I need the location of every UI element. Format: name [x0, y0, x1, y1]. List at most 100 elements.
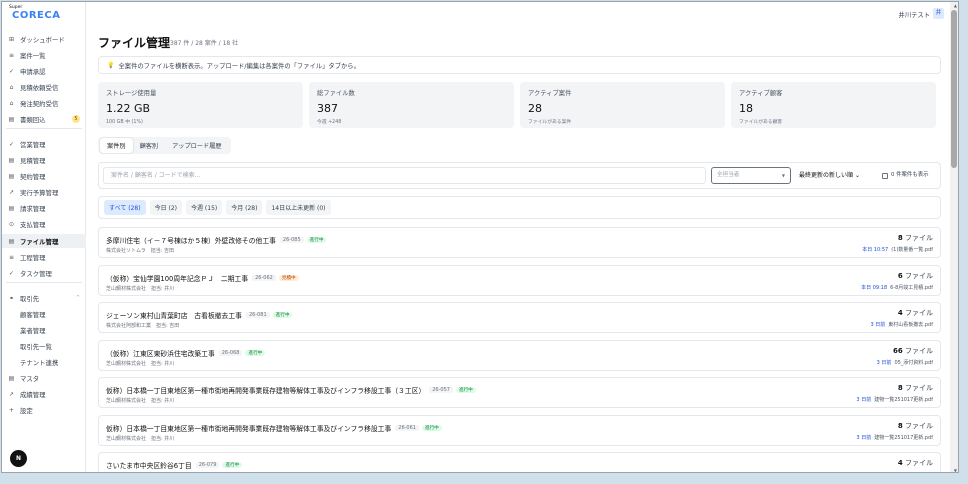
project-name[interactable]: 仮称）日本橋一丁目東地区第一種市街地再開発事業既存建物等解体工事及びインフラ移設…: [106, 385, 425, 395]
show-zero-checkbox[interactable]: 0 件案件も表示: [882, 167, 929, 184]
last-update[interactable]: 本日 09:18 6-8月竣工見積.pdf: [861, 284, 933, 291]
project-name[interactable]: ジェーソン東村山青葉町店 古看板撤去工事: [106, 310, 242, 320]
project-row[interactable]: さいたま市中央区鈴谷6丁目 26-079 進行中 4 ファイル: [98, 452, 941, 472]
sidebar-item[interactable]: ↗ 成績管理: [2, 387, 86, 401]
stat-subtext: 今週 +248: [317, 120, 342, 125]
count-badge: 5: [72, 115, 80, 123]
checkbox-box[interactable]: [882, 172, 888, 179]
assignee-select[interactable]: 全担当者 ▼: [711, 167, 791, 184]
file-count: 4 ファイル: [898, 308, 933, 318]
sidebar-item-label: タスク管理: [20, 269, 52, 278]
last-update[interactable]: 本日 10:57 (1)数量番一覧.pdf: [862, 246, 933, 253]
project-name[interactable]: さいたま市中央区鈴谷6丁目: [106, 460, 192, 470]
project-name[interactable]: 多摩川住宅（イ－７号棟ほか５棟）外壁改修その他工事: [106, 235, 276, 245]
status-badge: 進行中: [421, 424, 442, 431]
last-update[interactable]: 3 日前 05_添付資料.pdf: [877, 359, 933, 366]
sidebar-item[interactable]: ✓ 申請承認: [2, 64, 86, 78]
filter-chip[interactable]: 今週 (15): [186, 200, 223, 215]
handshake-icon: ⚭: [8, 294, 15, 302]
scrollbar-thumb[interactable]: [951, 10, 957, 168]
stat-subtext: ファイルがある顧客: [739, 120, 783, 125]
last-update[interactable]: 3 日前 東村山看板撤去.pdf: [871, 321, 933, 328]
sidebar-item-label: 顧客管理: [20, 310, 46, 319]
header-user-name[interactable]: 井川テスト: [899, 10, 930, 19]
search-toolbar: 案件名 / 顧客名 / コードで検索... 全担当者 ▼ 最終更新の新しい順 ⌄…: [98, 162, 941, 189]
tab-by-project[interactable]: 案件別: [100, 138, 133, 153]
last-update-time: 本日 09:18: [861, 284, 888, 291]
sidebar-item[interactable]: ✓ タスク管理: [2, 266, 86, 280]
sidebar-item[interactable]: + 設定: [2, 403, 86, 417]
brand-logo[interactable]: CORECA: [12, 10, 60, 21]
tab-by-customer[interactable]: 顧客別: [133, 138, 166, 153]
sidebar-item[interactable]: 業者管理: [2, 323, 86, 337]
sidebar-item[interactable]: ⚭ 取引先 ^: [2, 291, 86, 305]
check-icon: ✓: [8, 140, 15, 148]
project-name[interactable]: 仮称）日本橋一丁目東地区第一種市街地再開発事業既存建物等解体工事及びインフラ移設…: [106, 423, 391, 433]
project-meta: 芝山鋼材株式会社 担当: 井川: [106, 285, 175, 292]
project-row[interactable]: 仮称）日本橋一丁目東地区第一種市街地再開発事業既存建物等解体工事及びインフラ移設…: [98, 377, 941, 408]
document-icon: ▤: [8, 156, 15, 164]
scroll-up-icon[interactable]: ▲: [954, 3, 957, 8]
sidebar-item[interactable]: ▤ 書類回込 5: [2, 112, 86, 126]
sort-select[interactable]: 最終更新の新しい順 ⌄: [799, 167, 860, 184]
sidebar-item[interactable]: テナント連携: [2, 355, 86, 369]
filter-chip[interactable]: 14日以上未更新 (0): [266, 200, 331, 215]
project-row[interactable]: （仮称）江東区東砂浜住宅改築工事 26-068 進行中 芝山鋼材株式会社 担当: 井川…: [98, 339, 941, 371]
sidebar-item-label: 見積依頼受信: [20, 83, 59, 92]
chevron-up-icon[interactable]: ^: [76, 295, 80, 301]
sidebar-item[interactable]: ▤ ファイル管理: [2, 234, 86, 248]
project-row[interactable]: 仮称）日本橋一丁目東地区第一種市街地再開発事業既存建物等解体工事及びインフラ移設…: [98, 414, 941, 446]
scroll-down-icon[interactable]: ▼: [954, 468, 957, 472]
sidebar-item[interactable]: ▤ マスタ: [2, 371, 86, 385]
last-update[interactable]: [930, 471, 933, 472]
project-name[interactable]: （仮称）宝仙学園100周年記念ＰＪ 二期工事: [106, 273, 248, 283]
document-icon: ▤: [8, 172, 15, 180]
last-update[interactable]: 3 日前 建物一覧251017更新.pdf: [856, 434, 933, 441]
view-tabs: 案件別 顧客別 アップロード履歴: [98, 137, 231, 154]
last-update-time: 3 日前: [870, 322, 886, 328]
sidebar-item[interactable]: ≡ 案件一覧: [2, 48, 86, 62]
project-code: 26-062: [252, 274, 276, 281]
stat-value: 28: [528, 102, 542, 115]
last-update-time: 3 日前: [876, 359, 892, 366]
last-update[interactable]: 3 日前 建物一覧251017更新.pdf: [856, 396, 933, 403]
sidebar-item[interactable]: ⌂ 見積依頼受信: [2, 80, 86, 94]
filter-chip[interactable]: 今日 (2): [149, 200, 182, 215]
project-meta: 芝山鋼材株式会社 担当: 井川: [106, 435, 175, 442]
user-avatar-button[interactable]: N: [10, 450, 27, 467]
search-input[interactable]: 案件名 / 顧客名 / コードで検索...: [103, 167, 706, 184]
sidebar-item[interactable]: ⊙ 支払管理: [2, 217, 86, 231]
sidebar-item[interactable]: ⌂ 発注契約受信: [2, 96, 86, 110]
stat-label: 総ファイル数: [317, 90, 355, 97]
sidebar-item[interactable]: ≡ 工程管理: [2, 250, 86, 264]
sidebar-item-label: 契約管理: [20, 172, 46, 181]
project-row[interactable]: ジェーソン東村山青葉町店 古看板撤去工事 26-081 進行中 株式会社阿部和工業 担…: [98, 302, 941, 333]
project-name[interactable]: （仮称）江東区東砂浜住宅改築工事: [106, 348, 215, 358]
page-subtitle: 387 件 / 28 案件 / 18 社: [170, 40, 239, 47]
file-count: 4 ファイル: [898, 458, 933, 468]
sidebar-item[interactable]: ▤ 契約管理: [2, 169, 86, 183]
sidebar-item[interactable]: ✓ 営業管理: [2, 137, 86, 151]
sidebar-item[interactable]: ▤ 請求管理: [2, 201, 86, 215]
sidebar-item-label: 成績管理: [20, 390, 46, 399]
filter-chip[interactable]: 今月 (28): [226, 200, 263, 215]
sidebar-item[interactable]: ⊞ ダッシュボード: [2, 32, 86, 46]
sidebar-item[interactable]: 顧客管理: [2, 307, 86, 321]
file-count-unit: ファイル: [905, 346, 933, 355]
header-avatar[interactable]: 井: [933, 8, 944, 19]
status-badge: 見積中: [278, 274, 299, 281]
sidebar-item[interactable]: 取引先一覧: [2, 339, 86, 353]
filter-chip[interactable]: すべて (28): [104, 200, 146, 215]
sidebar-item[interactable]: ▤ 見積管理: [2, 153, 86, 167]
sidebar-item-label: 書類回込: [20, 115, 46, 124]
scrollbar[interactable]: ▲ ▼: [950, 2, 958, 472]
project-row[interactable]: 多摩川住宅（イ－７号棟ほか５棟）外壁改修その他工事 26-085 進行中 株式会社ソト…: [98, 227, 941, 258]
file-count-unit: ファイル: [905, 309, 933, 317]
tab-upload-history[interactable]: アップロード履歴: [165, 138, 229, 153]
file-count-value: 4: [897, 309, 903, 317]
page-title: ファイル管理: [98, 36, 171, 50]
sidebar-item[interactable]: ↗ 実行予算管理: [2, 185, 86, 199]
project-row[interactable]: （仮称）宝仙学園100周年記念ＰＪ 二期工事 26-062 見積中芝山鋼材株式会社 …: [98, 264, 941, 296]
stat-subtext: ファイルがある案件: [528, 120, 572, 125]
project-meta: 株式会社ソトムラ 担当: 吉田: [106, 248, 175, 254]
